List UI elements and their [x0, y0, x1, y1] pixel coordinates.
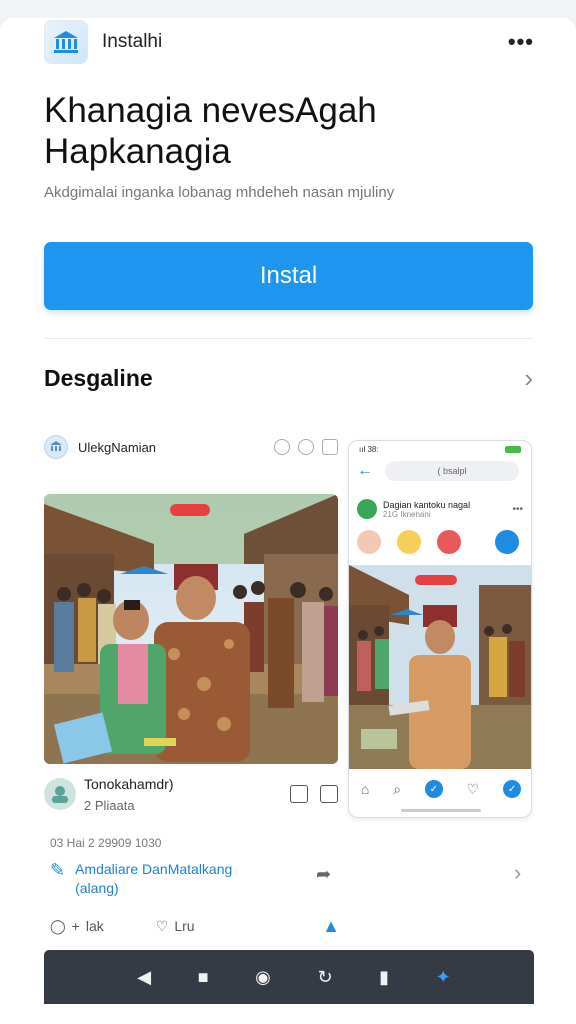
section-title: Desgaline	[44, 364, 153, 391]
reaction-bar: ◯ + lak ♡ Lru ▲	[50, 914, 340, 938]
edit-link-icon: ✎	[50, 860, 66, 880]
profile-icon[interactable]: ✓	[503, 780, 522, 798]
assistant-icon[interactable]: ✦	[436, 967, 451, 988]
heart-label: Lru	[174, 918, 195, 934]
share-box-icon[interactable]	[290, 785, 308, 803]
post-username: UlekgNamian	[78, 439, 157, 455]
story-avatar[interactable]	[397, 530, 421, 554]
app-header: Instalhi •••	[44, 20, 534, 64]
home-icon[interactable]: ⌂	[361, 781, 369, 797]
more-options-icon[interactable]: •••	[508, 31, 534, 53]
author-text: Tonokahamdr) 2 Pliaata	[84, 776, 174, 813]
screenshot-post-card: UlekgNamian Tonokahamdr) 2 Pliaata 03 Ha…	[44, 432, 521, 936]
heart-action[interactable]: ♡ Lru	[156, 918, 195, 935]
story-avatar-active[interactable]	[495, 530, 519, 554]
circle-home-icon[interactable]: ◉	[255, 967, 271, 988]
phone-post-name: Dagian kantoku nagal	[383, 499, 471, 510]
phone-post-sub: 21G Iknenani	[383, 509, 431, 519]
live-badge	[170, 504, 210, 516]
back-icon[interactable]: ◀	[137, 967, 151, 988]
system-nav-bar: ◀ ■ ◉ ↻ ▮ ✦	[44, 950, 534, 1004]
status-time: ııl 38:	[359, 444, 379, 454]
app-name: Instalhi	[102, 31, 163, 52]
recent-icon[interactable]: ↻	[317, 967, 332, 988]
like-label: lak	[85, 918, 104, 934]
image-icon[interactable]	[322, 439, 338, 455]
home-indicator	[401, 809, 481, 812]
thumbs-up-icon[interactable]: ▲	[322, 916, 340, 937]
author-subtitle: 2 Pliaata	[84, 797, 135, 813]
page-subtitle: Akdgimalai inganka lobanag mhdeheh nasan…	[44, 184, 395, 201]
phone-search-row: ← ( bsalpl	[349, 457, 531, 485]
settings-icon[interactable]	[274, 439, 290, 455]
app-logo-icon	[44, 20, 88, 64]
author-name: Tonokahamdr)	[84, 775, 174, 792]
story-avatar[interactable]	[357, 530, 381, 554]
post-tools	[274, 439, 338, 455]
phone-story-row	[349, 525, 531, 559]
install-button[interactable]: Instal	[44, 242, 533, 310]
share-arrow-icon[interactable]: ➦	[316, 864, 331, 885]
more-options-icon[interactable]: •••	[512, 504, 523, 515]
post-link[interactable]: Amdaliare DanMatalkang (alang)	[75, 860, 275, 898]
book-icon[interactable]: ▮	[379, 967, 389, 988]
comment-action[interactable]: ◯ + lak	[50, 918, 104, 935]
story-avatar[interactable]	[437, 530, 461, 554]
phone-post-photo	[349, 565, 531, 769]
back-arrow-icon[interactable]: ←	[357, 462, 373, 480]
activity-icon[interactable]: ✓	[424, 780, 443, 798]
home-square-icon[interactable]: ■	[198, 967, 209, 988]
phone-post-header: Dagian kantoku nagal 21G Iknenani •••	[349, 493, 531, 525]
comment-icon: ◯	[50, 917, 66, 934]
phone-search-field[interactable]: ( bsalpl	[385, 461, 519, 481]
chevron-right-icon: ›	[514, 860, 522, 885]
post-date: 03 Hai 2 29909 1030	[50, 836, 162, 850]
post-header: UlekgNamian	[44, 432, 338, 462]
plus-icon: +	[71, 918, 80, 934]
page-title: Khanagia nevesAgah Hapkanagia	[44, 91, 377, 171]
clock-icon[interactable]	[298, 439, 314, 455]
phone-bottom-nav: ⌂ ⌕ ✓ ♡ ✓	[349, 771, 531, 807]
avatar[interactable]	[357, 499, 377, 519]
chevron-right-icon: ›	[524, 362, 533, 393]
post-link-row[interactable]: ✎ Amdaliare DanMatalkang (alang) ➦ ›	[50, 860, 530, 900]
search-icon[interactable]: ⌕	[393, 781, 401, 798]
divider	[44, 338, 533, 339]
avatar[interactable]	[44, 778, 76, 810]
battery-icon	[505, 445, 521, 453]
author-actions	[290, 785, 338, 803]
heart-icon[interactable]: ♡	[467, 781, 480, 798]
post-photo	[44, 494, 338, 764]
bank-icon	[44, 435, 68, 459]
phone-screenshot: ııl 38: ← ( bsalpl Dagian kantoku nagal …	[348, 440, 532, 818]
status-bar: ııl 38:	[349, 441, 531, 457]
heart-icon: ♡	[155, 917, 169, 934]
author-row: Tonokahamdr) 2 Pliaata	[44, 774, 338, 814]
bookmark-icon[interactable]	[320, 785, 338, 803]
section-header[interactable]: Desgaline ›	[44, 362, 533, 394]
